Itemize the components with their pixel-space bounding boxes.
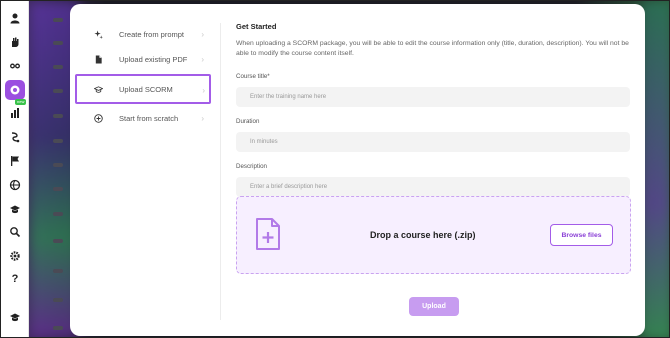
list-item (53, 114, 63, 118)
upload-button[interactable]: Upload (409, 297, 459, 316)
route-icon[interactable] (5, 127, 25, 147)
list-item (53, 41, 63, 45)
globe-icon[interactable] (5, 175, 25, 195)
duration-input[interactable]: In minutes (236, 132, 630, 152)
gear-icon[interactable] (5, 246, 25, 266)
list-item (53, 326, 63, 330)
chevron-right-icon: › (202, 86, 205, 95)
form-title: Get Started (236, 22, 277, 31)
list-item (53, 187, 63, 191)
course-title-label: Course title* (236, 73, 270, 80)
file-icon (92, 54, 104, 66)
file-dropzone[interactable]: Drop a course here (.zip) Browse files (236, 196, 631, 274)
app-window: new ? Create from prompt › Upload existi… (0, 0, 670, 338)
menu-item-upload-scorm[interactable]: Upload SCORM › (75, 74, 211, 104)
backdrop-glow-right (641, 1, 669, 337)
help-icon[interactable]: ? (5, 269, 25, 289)
list-item (53, 269, 63, 273)
flag-icon[interactable] (5, 151, 25, 171)
browse-files-button[interactable]: Browse files (550, 224, 613, 246)
app-sidebar: new ? (1, 1, 29, 337)
list-item (53, 163, 63, 167)
list-item (53, 89, 63, 93)
graduation-cap-icon (92, 83, 104, 95)
graduation-cap-icon[interactable] (5, 307, 25, 327)
divider (220, 23, 221, 320)
graduation-cap-icon[interactable] (5, 199, 25, 219)
menu-item-label: Start from scratch (119, 114, 179, 123)
list-item (53, 239, 63, 243)
chevron-right-icon: › (201, 30, 204, 39)
list-item (53, 212, 63, 216)
menu-item-create-from-prompt[interactable]: Create from prompt › (78, 22, 208, 47)
creation-options-menu: Create from prompt › Upload existing PDF… (75, 22, 211, 131)
chevron-right-icon: › (201, 114, 204, 123)
background-list (35, 1, 75, 337)
course-title-input[interactable]: Enter the training name here (236, 87, 630, 107)
menu-item-upload-pdf[interactable]: Upload existing PDF › (78, 47, 208, 72)
list-item (53, 18, 63, 22)
rocket-icon[interactable] (5, 80, 25, 100)
list-item (53, 139, 63, 143)
upload-course-modal: Create from prompt › Upload existing PDF… (70, 4, 645, 336)
list-item (53, 298, 63, 302)
hand-icon[interactable] (5, 32, 25, 52)
link-icon[interactable] (5, 56, 25, 76)
form-description: When uploading a SCORM package, you will… (236, 40, 629, 57)
scorm-form: Get Started When uploading a SCORM packa… (236, 22, 632, 197)
sparkle-icon (92, 29, 104, 41)
list-item (53, 65, 63, 69)
chart-icon[interactable] (5, 103, 25, 123)
menu-item-label: Upload SCORM (119, 84, 173, 94)
description-label: Description (236, 163, 267, 170)
description-input[interactable]: Enter a brief description here (236, 177, 630, 197)
chevron-right-icon: › (201, 55, 204, 64)
dropzone-text: Drop a course here (.zip) (370, 230, 476, 240)
menu-item-start-from-scratch[interactable]: Start from scratch › (78, 106, 208, 131)
duration-label: Duration (236, 118, 260, 125)
search-icon[interactable] (5, 222, 25, 242)
menu-item-label: Upload existing PDF (119, 55, 188, 64)
file-add-icon (254, 217, 282, 251)
plus-circle-icon (92, 113, 104, 125)
person-icon[interactable] (5, 8, 25, 28)
menu-item-label: Create from prompt (119, 30, 185, 39)
